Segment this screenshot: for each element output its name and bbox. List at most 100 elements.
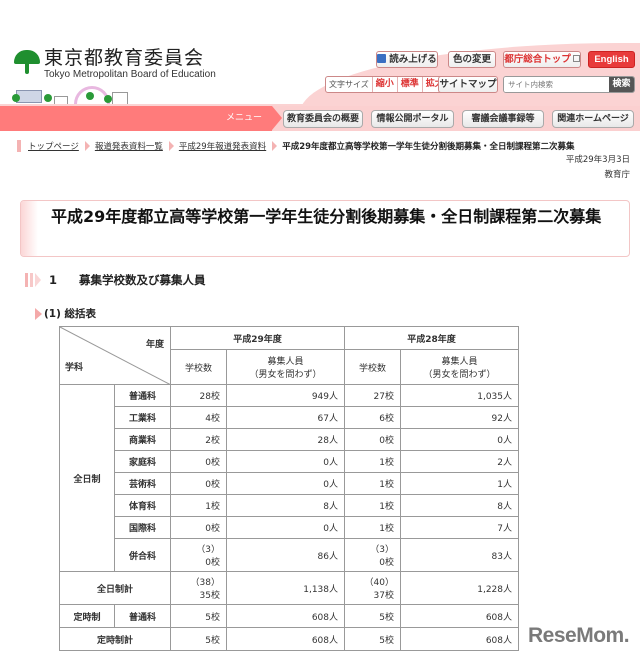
- table-row: 芸術科 0校 0人 1校 1人: [60, 472, 519, 495]
- breadcrumb-link-top[interactable]: トップページ: [28, 140, 79, 152]
- section-number: 1: [49, 273, 58, 287]
- h28-capacity-cell: 608人: [400, 604, 519, 628]
- ginkgo-leaf-icon: [14, 48, 40, 76]
- gate-icon: [112, 92, 128, 104]
- h28-schools-cell: 5校: [344, 604, 401, 628]
- h29-schools-cell: 28校: [170, 384, 227, 407]
- search-button[interactable]: 検索: [609, 77, 634, 92]
- page-title: 平成29年度都立高等学校第一学年生徒分割後期募集・全日制課程第二次募集: [51, 207, 602, 226]
- h29-capacity-cell: 67人: [226, 406, 345, 429]
- font-small-button[interactable]: 縮小: [371, 77, 397, 92]
- h28-capacity-cell: 83人: [400, 538, 519, 572]
- school-illustration: [12, 86, 152, 104]
- publish-date: 平成29年3月3日: [565, 155, 630, 165]
- h29-schools-cell: 5校: [170, 604, 227, 628]
- h28-schools-cell: 6校: [344, 406, 401, 429]
- h29-schools-cell: 2校: [170, 428, 227, 451]
- page-title-box: 平成29年度都立高等学校第一学年生徒分割後期募集・全日制課程第二次募集: [20, 200, 630, 257]
- col-capacity-h29: 募集人員 （男女を問わず）: [226, 349, 345, 385]
- corner-subject-label: 学科: [65, 363, 84, 373]
- h29-capacity-cell: 608人: [226, 627, 345, 651]
- breadcrumb-link-press-list[interactable]: 報道発表資料一覧: [95, 140, 163, 152]
- h28-capacity-cell: 0人: [400, 428, 519, 451]
- org-name-ja: 東京都教育委員会: [44, 47, 205, 69]
- english-button[interactable]: English: [588, 51, 635, 68]
- table-corner-cell: 年度 学科: [59, 326, 171, 385]
- breadcrumb-current: 平成29年度都立高等学校第一学年生徒分割後期募集・全日制課程第二次募集: [282, 142, 575, 152]
- subject-cell: 商業科: [114, 428, 171, 451]
- menu-label: メニュー: [210, 106, 282, 131]
- font-size-control: 文字サイズ 縮小 標準 拡大: [325, 76, 448, 93]
- font-size-label: 文字サイズ: [329, 80, 369, 89]
- subsection-heading: (1) 総括表: [35, 306, 96, 321]
- breadcrumb-arrow-icon: [168, 141, 174, 151]
- summary-table: 年度 学科 平成29年度 平成28年度 学校数 募集人員 （男女を問わず） 学校数…: [59, 326, 519, 651]
- fulltime-label: 全日制: [59, 384, 115, 572]
- table-row: 工業科 4校 67人 6校 92人: [60, 406, 519, 429]
- external-link-icon: [572, 55, 580, 62]
- breadcrumb: トップページ 報道発表資料一覧 平成29年報道発表資料 平成29年度都立高等学校…: [17, 140, 575, 152]
- h28-capacity-cell: 608人: [400, 627, 519, 651]
- table-row: 商業科 2校 28人 0校 0人: [60, 428, 519, 451]
- resemom-watermark: ReseMom.: [528, 624, 630, 647]
- h29-schools-cell: 5校: [170, 627, 227, 651]
- menu-item-council-minutes[interactable]: 審議会議事録等: [462, 110, 544, 128]
- table-row: 家庭科 0校 0人 1校 2人: [60, 450, 519, 473]
- tree-icon: [104, 95, 112, 103]
- h28-schools-cell: （3） 0校: [344, 538, 401, 572]
- breadcrumb-arrow-icon: [272, 141, 278, 151]
- sitemap-button[interactable]: サイトマップ: [438, 76, 498, 93]
- font-standard-button[interactable]: 標準: [396, 77, 422, 92]
- h29-capacity-cell: 0人: [226, 472, 345, 495]
- table-header-row: 年度 学科 平成29年度 平成28年度: [59, 326, 519, 385]
- menu-item-related-sites[interactable]: 関連ホームページ: [552, 110, 634, 128]
- site-search: 検索: [503, 76, 635, 93]
- menu-item-overview[interactable]: 教育委員会の概要: [283, 110, 363, 128]
- table-row-fulltime-total: 全日制計 （38） 35校 1,138人 （40） 37校 1,228人: [59, 571, 519, 605]
- tocho-top-link[interactable]: 都庁総合トップ: [503, 51, 581, 68]
- table-row: 体育科 1校 8人 1校 8人: [60, 494, 519, 517]
- h29-schools-cell: 1校: [170, 494, 227, 517]
- h28-capacity-cell: 1人: [400, 472, 519, 495]
- year-header-h28: 平成28年度: [344, 326, 519, 350]
- subject-cell: 国際科: [114, 516, 171, 539]
- menu-item-disclosure-portal[interactable]: 情報公開ポータル: [371, 110, 454, 128]
- h28-capacity-cell: 1,228人: [400, 571, 519, 605]
- h28-schools-cell: （40） 37校: [344, 571, 401, 605]
- color-change-button[interactable]: 色の変更: [448, 51, 496, 68]
- parttime-label: 定時制: [59, 604, 115, 628]
- h28-schools-cell: 27校: [344, 384, 401, 407]
- site-logo[interactable]: 東京都教育委員会 Tokyo Metropolitan Board of Edu…: [14, 48, 216, 81]
- read-aloud-button[interactable]: 読み上げる: [376, 51, 438, 68]
- search-input[interactable]: [504, 77, 609, 92]
- breadcrumb-link-h29-press[interactable]: 平成29年報道発表資料: [179, 140, 266, 152]
- main-menu-bar: メニュー 教育委員会の概要 情報公開ポータル 審議会議事録等 関連ホームページ: [0, 104, 640, 131]
- subsection-title: (1) 総括表: [44, 308, 97, 320]
- h29-capacity-cell: 608人: [226, 604, 345, 628]
- subsection-arrow-icon: [35, 307, 42, 320]
- site-header: 東京都教育委員会 Tokyo Metropolitan Board of Edu…: [0, 0, 640, 113]
- h28-capacity-cell: 7人: [400, 516, 519, 539]
- h29-schools-cell: 0校: [170, 450, 227, 473]
- h28-capacity-cell: 92人: [400, 406, 519, 429]
- subject-cell: 家庭科: [114, 450, 171, 473]
- subject-cell: 体育科: [114, 494, 171, 517]
- tree-icon: [44, 94, 52, 102]
- subject-cell: 芸術科: [114, 472, 171, 495]
- fence-icon: [54, 96, 68, 104]
- section-marker-icon: [25, 273, 41, 287]
- h28-schools-cell: 5校: [344, 627, 401, 651]
- h28-schools-cell: 1校: [344, 450, 401, 473]
- table-row: 全日制 普通科 28校 949人 27校 1,035人: [59, 384, 519, 572]
- table-row-combined: 併合科 （3） 0校 86人 （3） 0校 83人: [60, 538, 519, 572]
- breadcrumb-arrow-icon: [84, 141, 90, 151]
- subject-cell: 普通科: [114, 384, 171, 407]
- h28-schools-cell: 1校: [344, 494, 401, 517]
- diagonal-line: [60, 327, 171, 385]
- h29-schools-cell: 4校: [170, 406, 227, 429]
- h29-capacity-cell: 28人: [226, 428, 345, 451]
- h28-schools-cell: 1校: [344, 472, 401, 495]
- h29-capacity-cell: 1,138人: [226, 571, 345, 605]
- h29-capacity-cell: 8人: [226, 494, 345, 517]
- h29-capacity-cell: 86人: [226, 538, 345, 572]
